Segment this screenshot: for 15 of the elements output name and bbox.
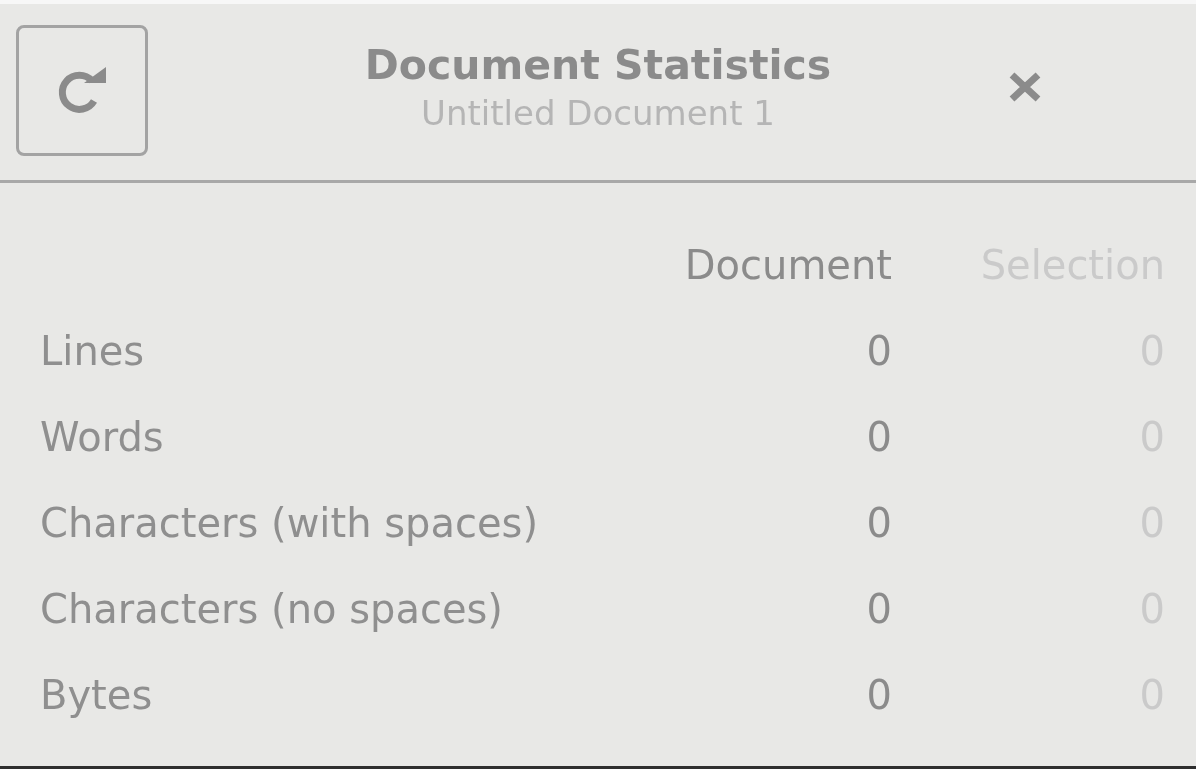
stat-label: Words [40, 414, 165, 460]
stat-value: 0 [866, 500, 892, 546]
stat-value: 0 [866, 586, 892, 632]
refresh-icon [56, 66, 108, 115]
close-icon [1008, 71, 1042, 103]
stat-value: 0 [866, 672, 892, 718]
stat-label: Lines [40, 328, 146, 374]
refresh-button[interactable] [16, 25, 148, 156]
dialog-title: Document Statistics [364, 40, 832, 91]
stat-label: Characters (no spaces) [40, 586, 504, 632]
stat-label: Characters (with spaces) [40, 500, 539, 546]
stat-value: 0 [866, 328, 892, 374]
column-header: Document [683, 242, 892, 288]
stat-value: 0 [866, 414, 892, 460]
stat-label: Bytes [40, 672, 154, 718]
